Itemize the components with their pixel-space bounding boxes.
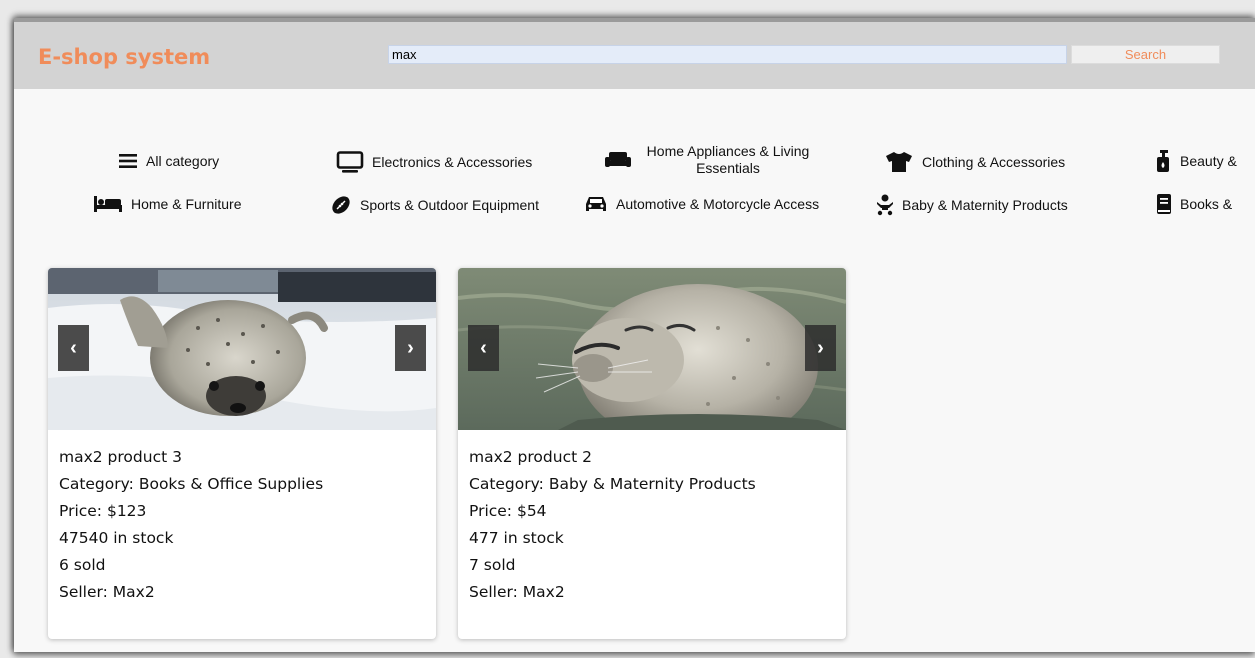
category-home-appliances[interactable]: Home Appliances & Living Essentials [604,143,820,177]
category-home-furniture[interactable]: Home & Furniture [93,194,241,214]
bars-icon [118,151,138,171]
carousel-prev-button[interactable]: ‹ [58,325,89,371]
header-bar: E-shop system Search [14,18,1255,89]
product-card[interactable]: ‹ › max2 product 2 Category: Baby & Mate… [458,268,846,639]
search-button[interactable]: Search [1071,45,1220,64]
monitor-icon [336,151,364,173]
baby-icon [876,194,894,216]
brand-logo[interactable]: E-shop system [38,45,210,69]
product-sold: 6 sold [59,556,106,574]
product-name[interactable]: max2 product 2 [469,444,756,471]
product-seller: Seller: Max2 [469,583,565,601]
product-card[interactable]: ‹ › max2 product 3 Category: Books & Off… [48,268,436,639]
product-category: Category: Baby & Maternity Products [469,475,756,493]
search-input[interactable] [388,45,1067,64]
category-label: Beauty & [1180,153,1237,169]
carousel-next-button[interactable]: › [395,325,426,371]
category-label: Home Appliances & Living Essentials [646,143,810,176]
book-icon [1156,193,1172,215]
category-automotive[interactable]: Automotive & Motorcycle Access [584,194,819,214]
app-window: E-shop system Search All category Electr… [14,18,1255,652]
pump-bottle-icon [1154,149,1172,173]
category-label: Books & [1180,196,1233,212]
carousel-next-button[interactable]: › [805,325,836,371]
category-label: All category [146,153,220,169]
product-stock: 47540 in stock [59,529,174,547]
product-info: max2 product 3 Category: Books & Office … [59,444,323,606]
category-clothing[interactable]: Clothing & Accessories [884,151,1065,173]
category-beauty[interactable]: Beauty & [1154,149,1237,173]
product-info: max2 product 2 Category: Baby & Maternit… [469,444,756,606]
category-baby[interactable]: Baby & Maternity Products [876,194,1068,216]
category-label: Sports & Outdoor Equipment [360,197,539,213]
category-all[interactable]: All category [118,151,219,171]
product-seller: Seller: Max2 [59,583,155,601]
category-label: Home & Furniture [131,196,242,212]
category-sports[interactable]: Sports & Outdoor Equipment [330,194,539,216]
product-name[interactable]: max2 product 3 [59,444,323,471]
product-price: Price: $54 [469,502,547,520]
category-electronics[interactable]: Electronics & Accessories [336,151,532,173]
carousel-prev-button[interactable]: ‹ [468,325,499,371]
car-icon [584,194,608,214]
category-books[interactable]: Books & [1156,193,1232,215]
product-image[interactable]: ‹ › [48,268,436,430]
product-category: Category: Books & Office Supplies [59,475,324,493]
product-sold: 7 sold [469,556,516,574]
category-label: Electronics & Accessories [372,154,533,170]
category-label: Baby & Maternity Products [902,197,1068,213]
product-image[interactable]: ‹ › [458,268,846,430]
couch-icon [604,149,632,171]
category-label: Clothing & Accessories [922,154,1066,170]
bed-icon [93,194,123,214]
football-icon [330,194,352,216]
product-stock: 477 in stock [469,529,564,547]
category-label: Automotive & Motorcycle Access [616,196,820,212]
product-price: Price: $123 [59,502,147,520]
tshirt-icon [884,151,914,173]
